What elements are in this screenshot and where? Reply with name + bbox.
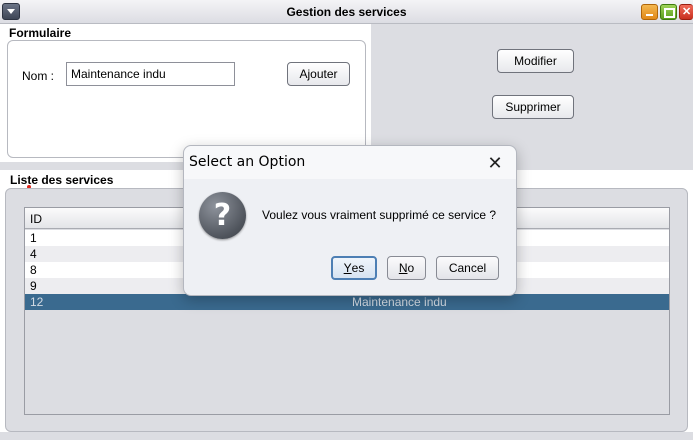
modify-button[interactable]: Modifier <box>497 49 574 73</box>
cell-id: 12 <box>30 295 44 309</box>
yes-label: es <box>351 261 365 275</box>
question-icon: ? <box>199 192 246 239</box>
delete-button[interactable]: Supprimer <box>492 95 574 119</box>
bottom-strip <box>0 432 693 440</box>
cell-nom: Maintenance indu <box>352 295 447 309</box>
yes-button[interactable]: Yes <box>331 256 377 280</box>
window-close-icon[interactable] <box>679 4 693 20</box>
close-icon[interactable]: ✕ <box>484 152 506 174</box>
window-title: Gestion des services <box>286 5 407 19</box>
dialog-header: Select an Option ✕ <box>184 146 516 179</box>
nom-input[interactable]: Maintenance indu <box>66 62 235 86</box>
cell-id: 9 <box>30 279 37 293</box>
add-button[interactable]: Ajouter <box>287 62 350 86</box>
dialog-title: Select an Option <box>189 154 306 170</box>
dialog-message: Voulez vous vraiment supprimé ce service… <box>262 208 497 222</box>
no-label: o <box>407 261 415 275</box>
minimize-icon[interactable] <box>641 4 658 20</box>
nom-label: Nom : <box>22 69 55 83</box>
cancel-button[interactable]: Cancel <box>436 256 499 280</box>
title-bar: Gestion des services <box>0 0 693 24</box>
cell-id: 4 <box>30 247 37 261</box>
yes-mnemonic: Y <box>343 261 352 275</box>
form-panel: Formulaire <box>0 24 371 162</box>
cell-id: 1 <box>30 231 37 245</box>
cell-id: 8 <box>30 263 37 277</box>
list-section-title: Liste des services <box>10 173 114 187</box>
confirm-dialog: Select an Option ✕ ? Voulez vous vraimen… <box>183 145 517 296</box>
maximize-icon[interactable] <box>660 4 677 20</box>
no-button[interactable]: No <box>387 256 426 280</box>
no-mnemonic: N <box>398 261 408 275</box>
form-box <box>7 40 366 158</box>
column-header-id[interactable]: ID <box>30 212 42 226</box>
form-section-title: Formulaire <box>9 26 72 40</box>
table-row-selected[interactable]: 12 Maintenance indu <box>25 294 669 310</box>
